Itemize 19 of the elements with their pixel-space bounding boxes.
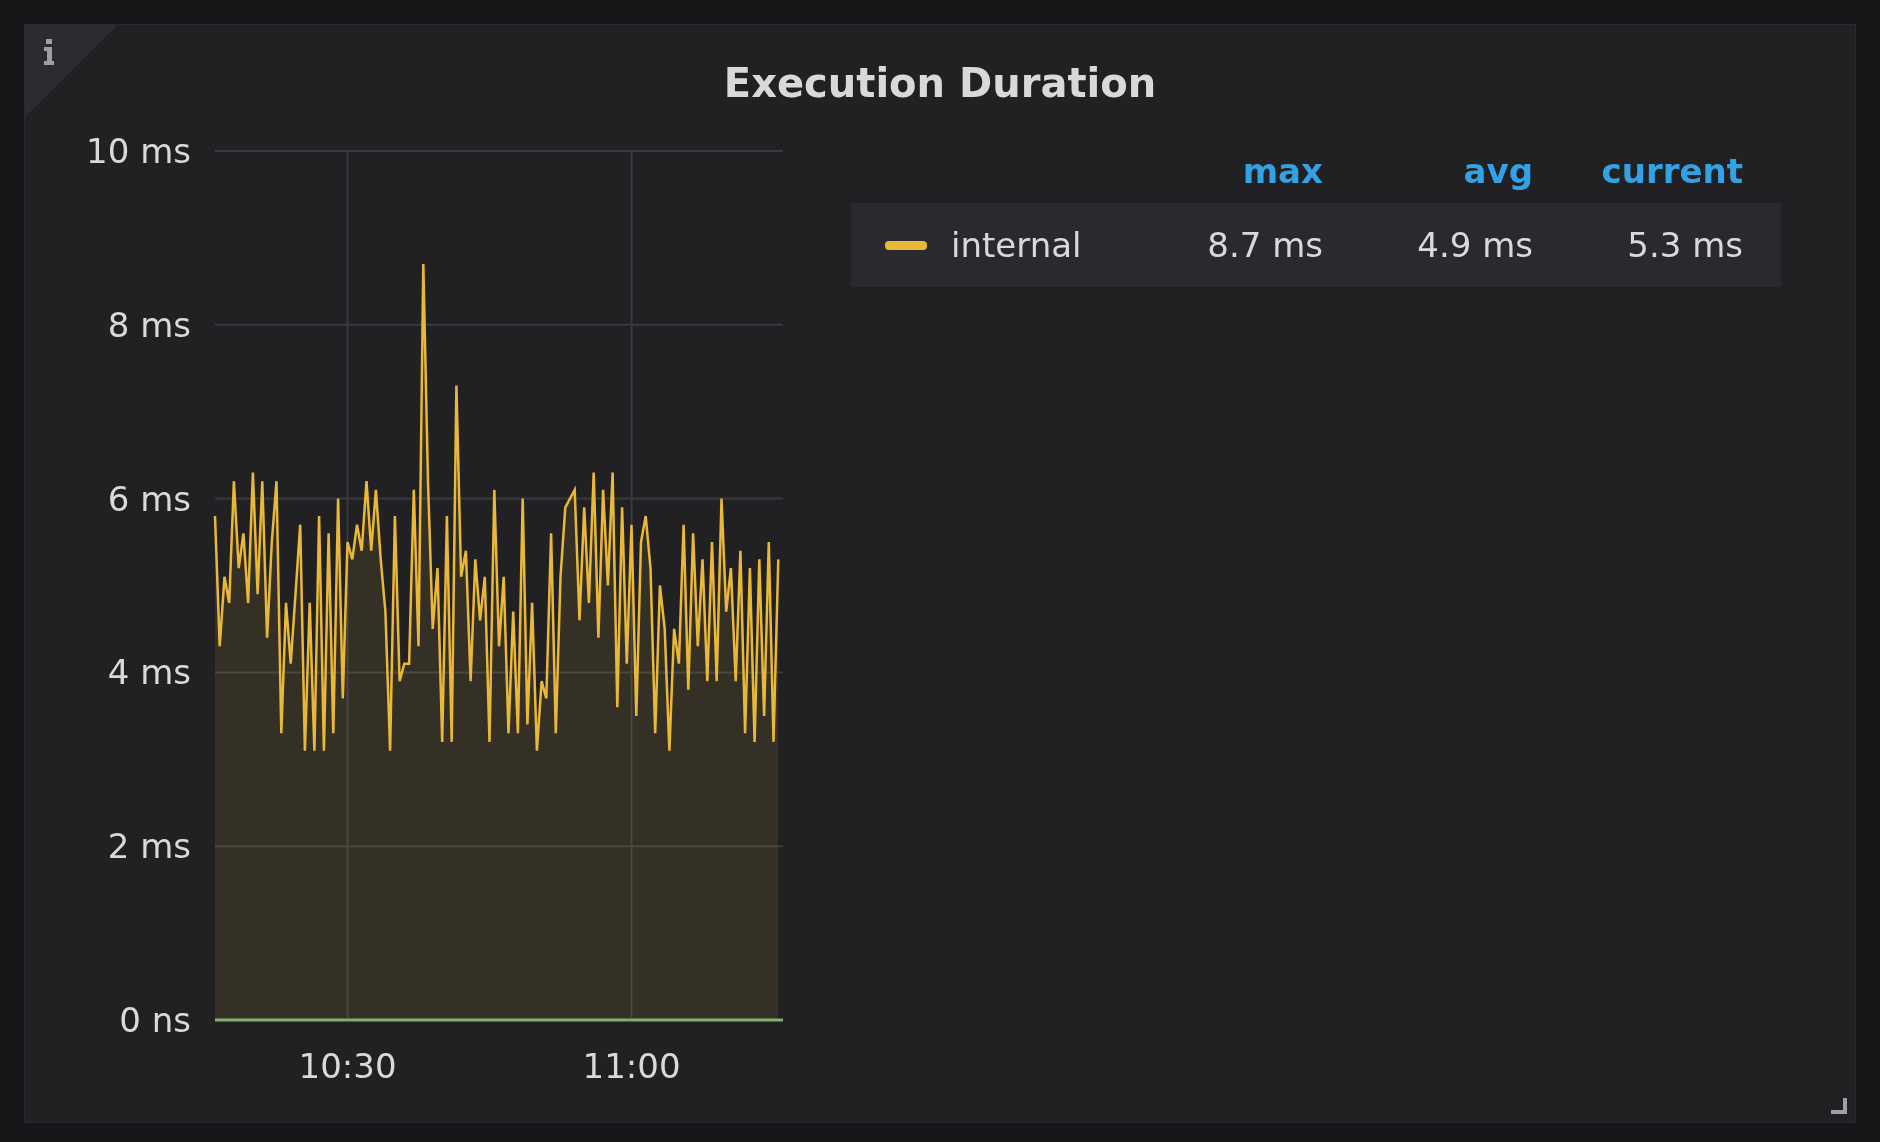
- legend-header[interactable]: avg: [1463, 151, 1533, 191]
- y-tick-label: 10 ms: [86, 131, 191, 171]
- y-tick-label: 6 ms: [107, 478, 191, 519]
- panel-title: Execution Duration: [723, 59, 1157, 108]
- y-tick-label: 4 ms: [107, 652, 191, 693]
- series-name: internal: [951, 225, 1082, 265]
- legend-row[interactable]: internal 8.7 ms 4.9 ms 5.3 ms: [851, 203, 1781, 287]
- x-tick-label: 11:00: [582, 1046, 681, 1086]
- legend-value: 4.9 ms: [1417, 225, 1533, 265]
- legend-value: 8.7 ms: [1207, 225, 1323, 265]
- y-tick-label: 8 ms: [107, 304, 191, 345]
- y-tick-label: 0 ns: [119, 1000, 191, 1040]
- x-tick-label: 10:30: [298, 1046, 397, 1086]
- legend-header[interactable]: max: [1242, 151, 1323, 191]
- legend-header[interactable]: current: [1601, 151, 1743, 191]
- y-tick-label: 2 ms: [107, 826, 191, 867]
- info-icon[interactable]: [43, 39, 55, 65]
- legend-value: 5.3 ms: [1627, 225, 1743, 265]
- resize-handle-icon[interactable]: [1831, 1098, 1847, 1114]
